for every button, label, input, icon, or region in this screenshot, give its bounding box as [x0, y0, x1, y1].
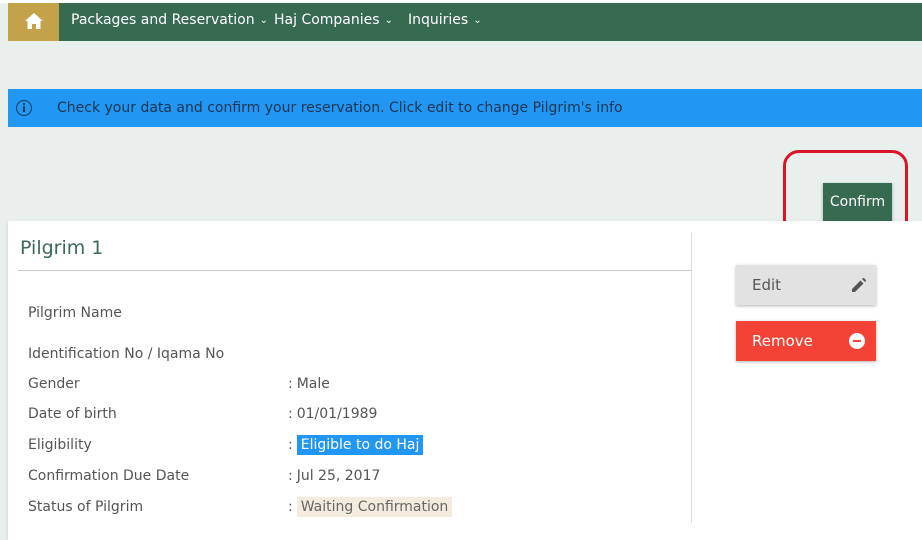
confirm-button[interactable]: Confirm [823, 183, 892, 221]
edit-button[interactable]: Edit [736, 265, 876, 305]
divider [691, 233, 692, 523]
pilgrim-card: Pilgrim 1 Pilgrim Name Identification No… [8, 221, 922, 540]
home-icon [25, 13, 43, 29]
chevron-down-icon: ⌄ [473, 15, 482, 26]
field-value-status-of-pilgrim: : Waiting Confirmation [288, 497, 453, 517]
field-label-status-of-pilgrim: Status of Pilgrim [28, 499, 144, 515]
field-label-date-of-birth: Date of birth [28, 406, 117, 422]
nav-item-packages-and-reservation[interactable]: Packages and Reservation ⌄ [71, 3, 268, 37]
field-label-gender: Gender [28, 376, 80, 392]
status-badge: Waiting Confirmation [296, 497, 453, 517]
field-value-eligibility: : Eligible to do Haj [288, 435, 424, 455]
eligibility-badge: Eligible to do Haj [296, 435, 424, 455]
gender-value: Male [296, 376, 330, 392]
pilgrim-card-title: Pilgrim 1 [20, 237, 104, 259]
minus-circle-icon [849, 333, 865, 349]
home-button[interactable] [8, 3, 59, 41]
main-navbar: Packages and Reservation ⌄ Haj Companies ⌄… [8, 3, 922, 41]
nav-item-label: Packages and Reservation [71, 12, 255, 28]
nav-item-inquiries[interactable]: Inquiries ⌄ [408, 3, 482, 37]
remove-button-label: Remove [752, 332, 813, 350]
field-value-date-of-birth: :01/01/1989 [288, 406, 378, 422]
field-label-eligibility: Eligibility [28, 437, 92, 453]
info-alert: Check your data and confirm your reserva… [8, 89, 922, 127]
chevron-down-icon: ⌄ [259, 15, 269, 26]
alert-message: Check your data and confirm your reserva… [57, 100, 623, 116]
chevron-down-icon: ⌄ [384, 15, 393, 26]
remove-button[interactable]: Remove [736, 321, 876, 361]
edit-button-label: Edit [752, 276, 782, 294]
field-label-confirmation-due-date: Confirmation Due Date [28, 468, 190, 484]
date-of-birth-value: 01/01/1989 [296, 406, 378, 422]
pencil-icon [852, 278, 866, 292]
info-icon [16, 100, 32, 116]
nav-item-haj-companies[interactable]: Haj Companies ⌄ [274, 3, 393, 37]
confirmation-due-date-value: Jul 25, 2017 [296, 468, 381, 484]
field-value-confirmation-due-date: : Jul 25, 2017 [288, 468, 381, 484]
divider [18, 270, 692, 271]
nav-item-label: Inquiries [408, 12, 469, 28]
field-value-gender: : Male [288, 376, 330, 392]
nav-item-label: Haj Companies [274, 12, 380, 28]
field-label-identification-no: Identification No / Iqama No [28, 346, 225, 362]
field-label-pilgrim-name: Pilgrim Name [28, 305, 122, 321]
